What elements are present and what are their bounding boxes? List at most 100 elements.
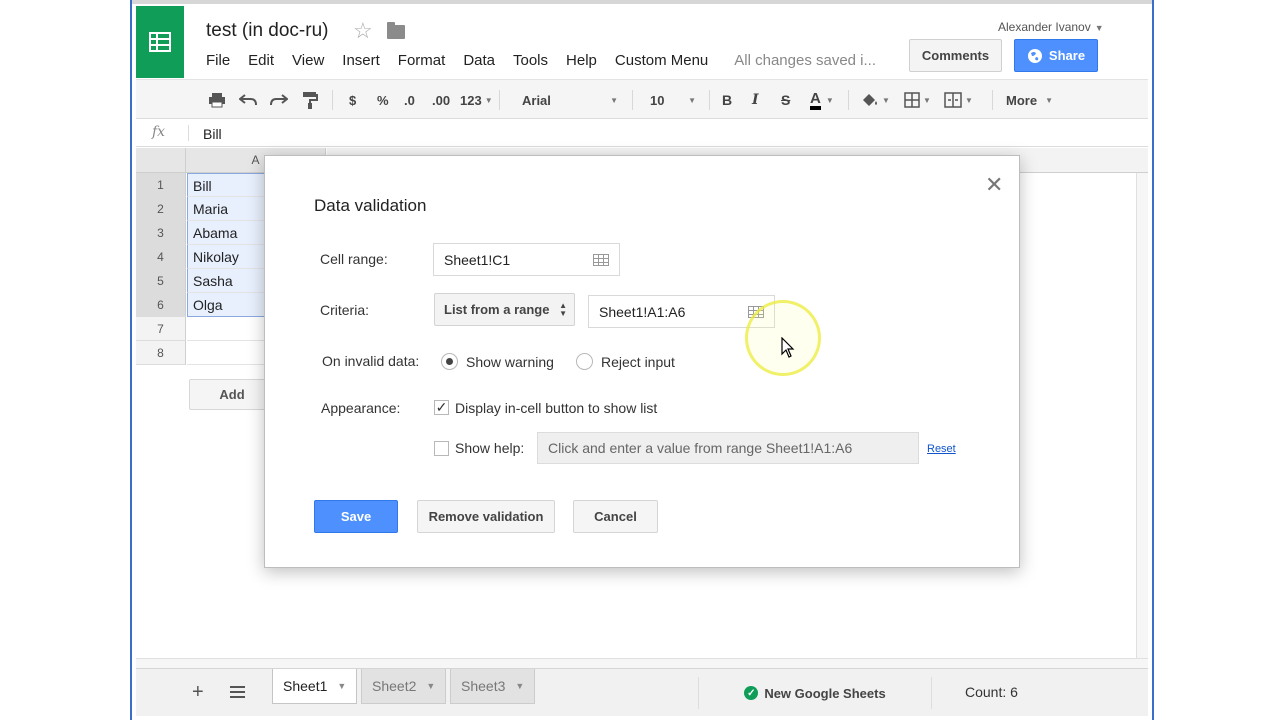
sheets-logo[interactable] bbox=[136, 6, 184, 78]
vertical-scrollbar[interactable] bbox=[1136, 173, 1148, 658]
chevron-down-icon: ▼ bbox=[825, 95, 834, 105]
menu-insert[interactable]: Insert bbox=[342, 52, 380, 72]
paint-format-button[interactable] bbox=[302, 80, 318, 120]
merge-cells-button[interactable]: ▼ bbox=[944, 80, 973, 120]
select-range-icon[interactable] bbox=[593, 254, 609, 266]
reject-input-label[interactable]: Reject input bbox=[601, 354, 675, 370]
comments-button[interactable]: Comments bbox=[909, 39, 1002, 72]
tab-sheet3[interactable]: Sheet3 ▼ bbox=[450, 669, 536, 704]
row-header[interactable]: 7 bbox=[136, 317, 186, 341]
close-icon[interactable]: ✕ bbox=[985, 172, 1003, 198]
show-warning-label[interactable]: Show warning bbox=[466, 354, 554, 370]
chevron-down-icon: ▼ bbox=[337, 681, 347, 691]
toolbar-divider bbox=[992, 90, 993, 110]
show-help-label[interactable]: Show help: bbox=[455, 440, 524, 456]
row-header[interactable]: 2 bbox=[136, 197, 186, 221]
merge-icon bbox=[944, 92, 962, 108]
tab-label: Sheet1 bbox=[283, 678, 328, 694]
chevron-down-icon: ▼ bbox=[688, 95, 696, 105]
strikethrough-button[interactable]: S bbox=[781, 80, 790, 120]
sheets-icon bbox=[149, 32, 171, 52]
toolbar-divider bbox=[709, 90, 710, 110]
new-sheets-status[interactable]: ✓ New Google Sheets bbox=[698, 677, 932, 709]
user-account[interactable]: Alexander Ivanov ▼ bbox=[998, 20, 1104, 34]
paint-bucket-icon bbox=[863, 94, 877, 106]
save-button[interactable]: Save bbox=[314, 500, 398, 533]
borders-button[interactable]: ▼ bbox=[904, 80, 931, 120]
reject-input-radio[interactable] bbox=[576, 353, 593, 370]
increase-decimal-button[interactable]: .00 bbox=[432, 80, 450, 120]
show-warning-radio[interactable] bbox=[441, 353, 458, 370]
criteria-label: Criteria: bbox=[320, 302, 370, 318]
menu-custom[interactable]: Custom Menu bbox=[615, 52, 708, 72]
display-button-label[interactable]: Display in-cell button to show list bbox=[455, 400, 657, 416]
more-dropdown[interactable]: More ▼ bbox=[1006, 80, 1053, 120]
updown-arrows-icon: ▲ ▼ bbox=[559, 301, 567, 318]
chevron-down-icon: ▼ bbox=[923, 95, 931, 105]
share-label: Share bbox=[1048, 48, 1086, 63]
percent-format-button[interactable]: % bbox=[377, 80, 389, 120]
font-family-label: Arial bbox=[522, 92, 551, 108]
sheet-list-icon[interactable] bbox=[230, 686, 245, 698]
menu-tools[interactable]: Tools bbox=[513, 52, 548, 72]
menu-file[interactable]: File bbox=[206, 52, 230, 72]
bold-button[interactable]: B bbox=[722, 80, 732, 120]
row-header[interactable]: 4 bbox=[136, 245, 186, 269]
criteria-range-value: Sheet1!A1:A6 bbox=[599, 303, 686, 320]
menu-data[interactable]: Data bbox=[463, 52, 495, 72]
user-name: Alexander Ivanov bbox=[998, 20, 1091, 34]
row-header[interactable]: 1 bbox=[136, 173, 186, 197]
menu-help[interactable]: Help bbox=[566, 52, 597, 72]
reset-link[interactable]: Reset bbox=[927, 443, 956, 455]
remove-validation-button[interactable]: Remove validation bbox=[417, 500, 555, 533]
add-sheet-icon[interactable]: + bbox=[192, 681, 204, 704]
select-all-corner[interactable] bbox=[136, 148, 186, 173]
star-icon[interactable]: ☆ bbox=[353, 18, 373, 44]
fill-color-button[interactable]: ▼ bbox=[861, 80, 890, 120]
globe-icon bbox=[1027, 48, 1042, 63]
borders-icon bbox=[904, 92, 920, 108]
tab-sheet2[interactable]: Sheet2 ▼ bbox=[361, 669, 447, 704]
add-rows-button[interactable]: Add bbox=[189, 379, 275, 410]
paint-roller-icon bbox=[303, 92, 318, 109]
currency-format-button[interactable]: $ bbox=[349, 80, 356, 120]
selection-count[interactable]: Count: 6 bbox=[965, 684, 1018, 700]
tab-label: Sheet3 bbox=[461, 678, 506, 694]
cell-range-input[interactable]: Sheet1!C1 bbox=[433, 243, 620, 276]
criteria-type-select[interactable]: List from a range ▲ ▼ bbox=[434, 293, 575, 326]
tab-sheet1[interactable]: Sheet1 ▼ bbox=[272, 669, 358, 704]
undo-icon bbox=[239, 94, 257, 106]
row-header[interactable]: 5 bbox=[136, 269, 186, 293]
tab-label: Sheet2 bbox=[372, 678, 417, 694]
font-size-dropdown[interactable]: 10 ▼ bbox=[650, 80, 696, 120]
chevron-down-icon: ▼ bbox=[1045, 95, 1053, 105]
print-button[interactable] bbox=[208, 80, 226, 120]
cancel-button[interactable]: Cancel bbox=[573, 500, 658, 533]
menu-format[interactable]: Format bbox=[398, 52, 446, 72]
number-format-dropdown[interactable]: 123 ▼ bbox=[460, 80, 493, 120]
share-button[interactable]: Share bbox=[1014, 39, 1098, 72]
document-title[interactable]: test (in doc-ru) bbox=[206, 20, 328, 42]
window-top-edge bbox=[132, 0, 1152, 4]
row-header[interactable]: 3 bbox=[136, 221, 186, 245]
text-color-button[interactable]: A ▼ bbox=[810, 80, 834, 120]
help-text-input[interactable]: Click and enter a value from range Sheet… bbox=[537, 432, 919, 464]
font-family-dropdown[interactable]: Arial ▼ bbox=[522, 80, 618, 120]
toolbar: $ % .0 .00 123 ▼ Arial ▼ 10 ▼ B I S A ▼ ▼ ▼ … bbox=[136, 79, 1148, 119]
row-header[interactable]: 8 bbox=[136, 341, 186, 365]
italic-button[interactable]: I bbox=[752, 80, 759, 120]
toolbar-divider bbox=[499, 90, 500, 110]
menu-edit[interactable]: Edit bbox=[248, 52, 274, 72]
menu-view[interactable]: View bbox=[292, 52, 324, 72]
show-help-checkbox[interactable] bbox=[434, 441, 449, 456]
cell-range-label: Cell range: bbox=[320, 251, 388, 267]
formula-input[interactable]: Bill bbox=[203, 126, 222, 142]
redo-button[interactable] bbox=[270, 80, 288, 120]
folder-icon[interactable] bbox=[387, 22, 405, 39]
display-button-checkbox[interactable]: ✓ bbox=[434, 400, 449, 415]
formula-bar: fx Bill bbox=[136, 120, 1148, 147]
undo-button[interactable] bbox=[239, 80, 257, 120]
row-header[interactable]: 6 bbox=[136, 293, 186, 317]
appearance-label: Appearance: bbox=[321, 400, 401, 416]
decrease-decimal-button[interactable]: .0 bbox=[404, 80, 415, 120]
